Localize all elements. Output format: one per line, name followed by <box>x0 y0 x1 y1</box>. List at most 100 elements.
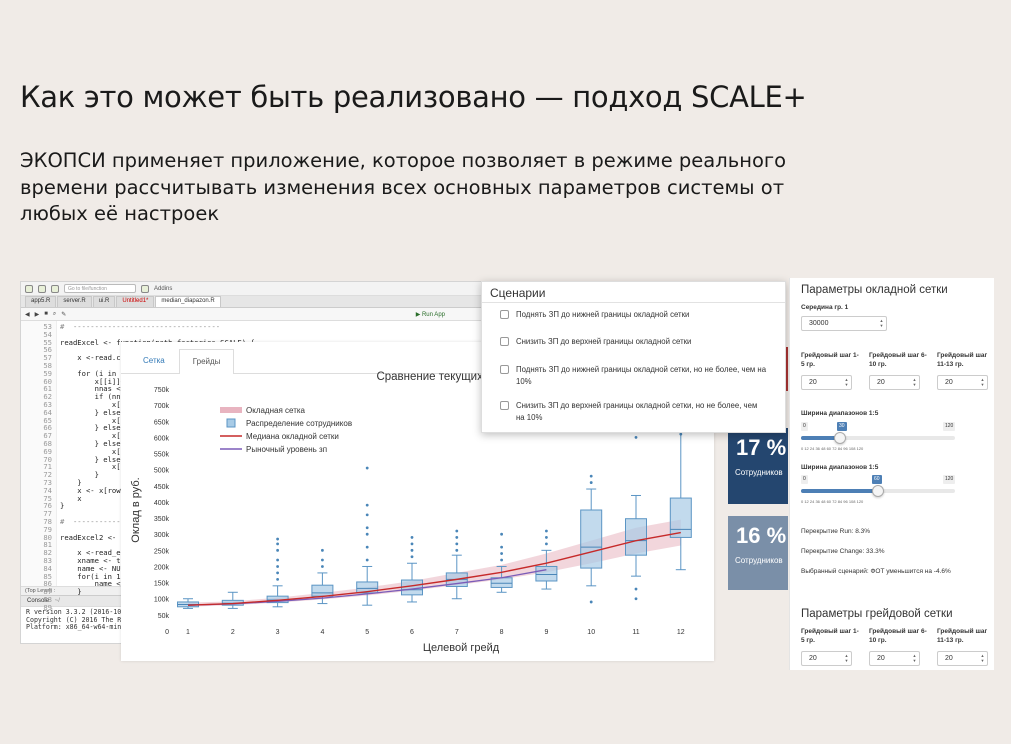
grade-step-input-3[interactable]: 20 ▲ ▼ <box>937 651 988 666</box>
scenario-label: Снизить ЗП до верхней границы окладной с… <box>516 337 692 346</box>
grade-step-value: 20 <box>945 655 953 662</box>
step-input-1[interactable]: 20 ▲ ▼ <box>801 375 852 390</box>
outlier-point <box>365 503 369 507</box>
y-tick-label: 450k <box>154 484 170 491</box>
legend-swatch <box>220 407 242 413</box>
outlier-point <box>634 587 638 591</box>
grade-params-title: Параметры грейдовой сетки <box>801 608 953 620</box>
kpi-label: Сотрудников <box>735 556 783 565</box>
outlier-point <box>455 529 459 533</box>
box-body <box>669 497 692 538</box>
slide-subtitle: ЭКОПСИ применяет приложение, которое поз… <box>20 149 787 225</box>
slide-title: Как это может быть реализовано — подход … <box>20 80 807 114</box>
outlier-point <box>365 466 369 470</box>
forward-arrow-icon[interactable]: ▶ <box>35 311 40 318</box>
outlier-point <box>365 513 369 517</box>
outlier-point <box>500 552 503 555</box>
box-body <box>535 565 558 582</box>
goto-file-input[interactable]: Go to file/function <box>64 284 136 293</box>
legend-label: Окладная сетка <box>246 406 306 415</box>
line-number: 89 <box>43 602 52 612</box>
slider-max: 120 <box>943 422 956 431</box>
slider-ticks: 0 12 24 36 48 60 72 84 96 108 120 <box>801 446 864 451</box>
spinner-icon[interactable]: ▲ ▼ <box>912 653 917 663</box>
editor-tab-server[interactable]: server.R <box>57 296 92 307</box>
scenario-checkbox[interactable] <box>500 401 509 410</box>
scenario-option[interactable]: Снизить ЗП до верхней границы окладной с… <box>500 336 691 348</box>
params-panel: Параметры окладной сетки Середина гр. 1 … <box>789 278 994 670</box>
save-source-icon[interactable]: ■ <box>44 311 48 317</box>
step-input-2[interactable]: 20 ▲ ▼ <box>869 375 920 390</box>
outlier-point <box>455 536 459 539</box>
slider-handle[interactable] <box>872 485 884 497</box>
open-folder-icon[interactable] <box>38 284 46 293</box>
step-input-3[interactable]: 20 ▲ ▼ <box>937 375 988 390</box>
grade-step-input-1[interactable]: 20 ▲ ▼ <box>801 651 852 666</box>
step-label-3: Грейдовый шаг 11-13 гр. <box>937 352 988 368</box>
slider-label-1: Ширина диапазонов 1:5 <box>801 410 879 417</box>
scenario-option[interactable]: Снизить ЗП до верхней границы окладной с… <box>500 400 760 424</box>
outlier-point <box>455 542 459 546</box>
outlier-point <box>500 545 503 549</box>
x-tick-label: 11 <box>632 629 639 636</box>
spinner-icon[interactable]: ▲ ▼ <box>912 377 917 387</box>
editor-tab-app5[interactable]: app5.R <box>25 296 57 307</box>
grade-step-label-1: Грейдовый шаг 1-5 гр. <box>801 628 859 644</box>
new-file-icon[interactable] <box>25 284 33 293</box>
editor-tab-median-diapazon[interactable]: median_diapazon.R <box>155 296 221 307</box>
outlier-point <box>500 558 503 562</box>
wand-icon[interactable]: ✎ <box>61 311 66 318</box>
grade-step-input-2[interactable]: 20 ▲ ▼ <box>869 651 920 666</box>
addins-menu[interactable]: Addins <box>154 286 172 292</box>
slider-value: 60 <box>872 475 882 484</box>
legend-swatch <box>226 418 236 428</box>
scenario-checkbox[interactable] <box>500 365 509 374</box>
grade-step-label-2: Грейдовый шаг 6-10 гр. <box>869 628 927 644</box>
chosen-scenario-text: Выбранный сценарий: ФОТ уменьшится на -4… <box>801 568 951 575</box>
y-tick-label: 0 <box>165 629 169 636</box>
spinner-icon[interactable]: ▲ ▼ <box>844 377 849 387</box>
box-body <box>580 509 603 569</box>
x-tick-label: 1 <box>186 629 190 636</box>
spinner-icon[interactable]: ▲ ▼ <box>844 653 849 663</box>
kpi-value: 16 % <box>736 523 787 548</box>
slider-ticks: 0 12 24 36 48 60 72 84 96 108 120 <box>801 499 864 504</box>
scenario-label: Поднять ЗП до нижней границы окладной се… <box>516 310 690 319</box>
scenario-option[interactable]: Поднять ЗП до нижней границы окладной се… <box>500 364 770 388</box>
outlier-point <box>500 532 503 536</box>
run-app-button[interactable]: ▶ Run App <box>416 311 445 318</box>
outlier-point <box>634 436 638 439</box>
outlier-point <box>365 558 369 562</box>
back-arrow-icon[interactable]: ◀ <box>25 311 30 318</box>
x-tick-label: 3 <box>276 629 280 636</box>
outlier-point <box>321 558 324 562</box>
y-tick-label: 400k <box>154 500 170 507</box>
step-value: 20 <box>945 379 953 386</box>
x-tick-label: 4 <box>320 629 324 636</box>
scenario-option[interactable]: Поднять ЗП до нижней границы окладной се… <box>500 309 689 321</box>
grid-icon[interactable] <box>141 284 149 293</box>
x-tick-label: 2 <box>231 629 235 636</box>
outlier-point <box>455 548 459 552</box>
slider-min: 0 <box>801 422 808 431</box>
spinner-icon[interactable]: ▲ ▼ <box>980 377 985 387</box>
salary-params-title: Параметры окладной сетки <box>801 284 948 296</box>
x-tick-label: 9 <box>544 629 548 636</box>
step-value: 20 <box>877 379 885 386</box>
editor-tab-untitled[interactable]: Untitled1* <box>116 296 155 307</box>
scenario-checkbox[interactable] <box>500 337 509 346</box>
mid-input[interactable]: 30000 ▲ ▼ <box>801 316 887 331</box>
grade-step-value: 20 <box>877 655 885 662</box>
editor-tab-ui[interactable]: ui.R <box>92 296 116 307</box>
slider-handle[interactable] <box>833 432 846 444</box>
y-axis-label: Оклад в руб. <box>130 477 142 542</box>
outlier-point <box>365 545 369 549</box>
scenario-checkbox[interactable] <box>500 310 509 319</box>
spinner-icon[interactable]: ▲ ▼ <box>980 653 985 663</box>
editor-toolbar: ◀ ▶ ■ ⌕ ✎ ▶ Run App <box>21 308 489 321</box>
outlier-point <box>545 542 548 546</box>
search-icon[interactable]: ⌕ <box>53 311 56 318</box>
y-tick-label: 250k <box>154 548 170 555</box>
spinner-icon[interactable]: ▲ ▼ <box>879 318 884 328</box>
save-icon[interactable] <box>51 284 59 293</box>
